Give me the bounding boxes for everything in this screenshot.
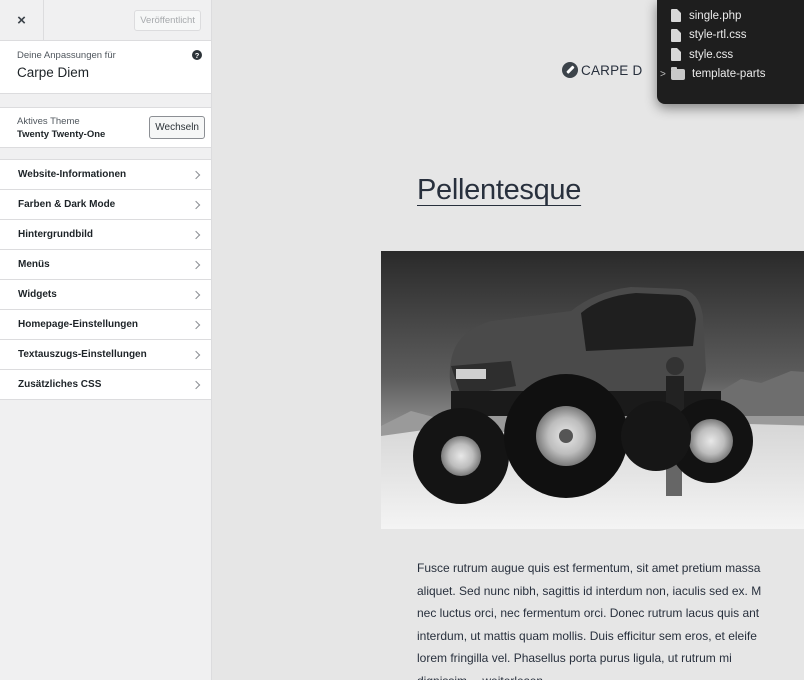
file-row-style-rtl-css[interactable]: style-rtl.css bbox=[657, 26, 804, 46]
publish-button[interactable]: Veröffentlicht bbox=[134, 9, 201, 31]
chevron-right-icon bbox=[191, 380, 201, 389]
file-row-style-css[interactable]: style.css bbox=[657, 45, 804, 65]
file-icon bbox=[671, 9, 681, 23]
file-name: single.php bbox=[689, 9, 742, 22]
chevron-right-icon bbox=[191, 260, 201, 269]
menu-item-label: Widgets bbox=[18, 289, 57, 300]
customizer-menu: Website-Informationen Farben & Dark Mode… bbox=[0, 159, 211, 400]
edit-shortcut-icon[interactable] bbox=[562, 62, 578, 78]
file-name: style.css bbox=[689, 48, 734, 61]
menu-item-background-image[interactable]: Hintergrundbild bbox=[0, 220, 211, 250]
menu-item-label: Zusätzliches CSS bbox=[18, 379, 102, 390]
site-name[interactable]: CARPE D bbox=[581, 63, 642, 78]
chevron-right-icon bbox=[191, 200, 201, 209]
excerpt-line: Fusce rutrum augue quis est fermentum, s… bbox=[417, 561, 761, 575]
close-button[interactable]: × bbox=[0, 0, 44, 40]
menu-item-website-info[interactable]: Website-Informationen bbox=[0, 160, 211, 190]
menu-item-menus[interactable]: Menüs bbox=[0, 250, 211, 280]
menu-item-label: Homepage-Einstellungen bbox=[18, 319, 139, 330]
menu-item-widgets[interactable]: Widgets bbox=[0, 280, 211, 310]
file-row-single-php[interactable]: single.php bbox=[657, 6, 804, 26]
chevron-right-icon bbox=[191, 320, 201, 329]
post-title[interactable]: Pellentesque bbox=[417, 174, 581, 207]
file-name: style-rtl.css bbox=[689, 29, 747, 42]
file-icon bbox=[671, 48, 681, 62]
folder-name: template-parts bbox=[692, 68, 766, 81]
folder-icon bbox=[671, 66, 685, 80]
menu-item-colors-dark-mode[interactable]: Farben & Dark Mode bbox=[0, 190, 211, 220]
menu-item-excerpt-settings[interactable]: Textauszugs-Einstellungen bbox=[0, 340, 211, 370]
monster-truck-photo bbox=[381, 251, 804, 529]
excerpt-line: lorem fringilla vel. Phasellus porta pur… bbox=[417, 651, 732, 665]
customize-info: Deine Anpassungen für Carpe Diem ? bbox=[0, 41, 211, 94]
menu-item-label: Hintergrundbild bbox=[18, 229, 93, 240]
customizer-sidebar: × Veröffentlicht Deine Anpassungen für C… bbox=[0, 0, 212, 680]
folder-row-template-parts[interactable]: > template-parts bbox=[657, 65, 804, 85]
chevron-right-icon bbox=[191, 350, 201, 359]
change-theme-button[interactable]: Wechseln bbox=[149, 116, 205, 139]
menu-item-label: Farben & Dark Mode bbox=[18, 199, 116, 210]
customizer-header: × Veröffentlicht bbox=[0, 0, 211, 41]
menu-item-label: Textauszugs-Einstellungen bbox=[18, 349, 147, 360]
menu-item-label: Website-Informationen bbox=[18, 169, 127, 180]
excerpt-line: nec luctus orci, nec fermentum orci. Don… bbox=[417, 606, 760, 620]
excerpt-line: aliquet. Sed nunc nibh, sagittis id inte… bbox=[417, 583, 762, 598]
site-branding[interactable]: CARPE D bbox=[562, 62, 642, 78]
menu-item-additional-css[interactable]: Zusätzliches CSS bbox=[0, 370, 211, 400]
excerpt-line: interdum, ut mattis quam mollis. Duis ef… bbox=[417, 628, 757, 643]
excerpt-line-read-more[interactable]: dignissim… weiterlesen bbox=[417, 670, 804, 680]
chevron-right-icon bbox=[191, 230, 201, 239]
file-icon bbox=[671, 28, 681, 42]
help-icon[interactable]: ? bbox=[192, 50, 202, 60]
customize-info-pretitle: Deine Anpassungen für bbox=[17, 50, 116, 61]
menu-item-homepage-settings[interactable]: Homepage-Einstellungen bbox=[0, 310, 211, 340]
featured-image[interactable] bbox=[381, 251, 804, 529]
finder-file-list: single.php style-rtl.css style.css > tem… bbox=[657, 0, 804, 104]
chevron-right-icon[interactable]: > bbox=[660, 69, 667, 80]
site-title: Carpe Diem bbox=[17, 65, 90, 80]
menu-item-label: Menüs bbox=[18, 259, 50, 270]
post-excerpt: Fusce rutrum augue quis est fermentum, s… bbox=[417, 557, 804, 680]
chevron-right-icon bbox=[191, 290, 201, 299]
chevron-right-icon bbox=[191, 170, 201, 179]
active-theme-section: Aktives Theme Twenty Twenty-One Wechseln bbox=[0, 107, 211, 148]
